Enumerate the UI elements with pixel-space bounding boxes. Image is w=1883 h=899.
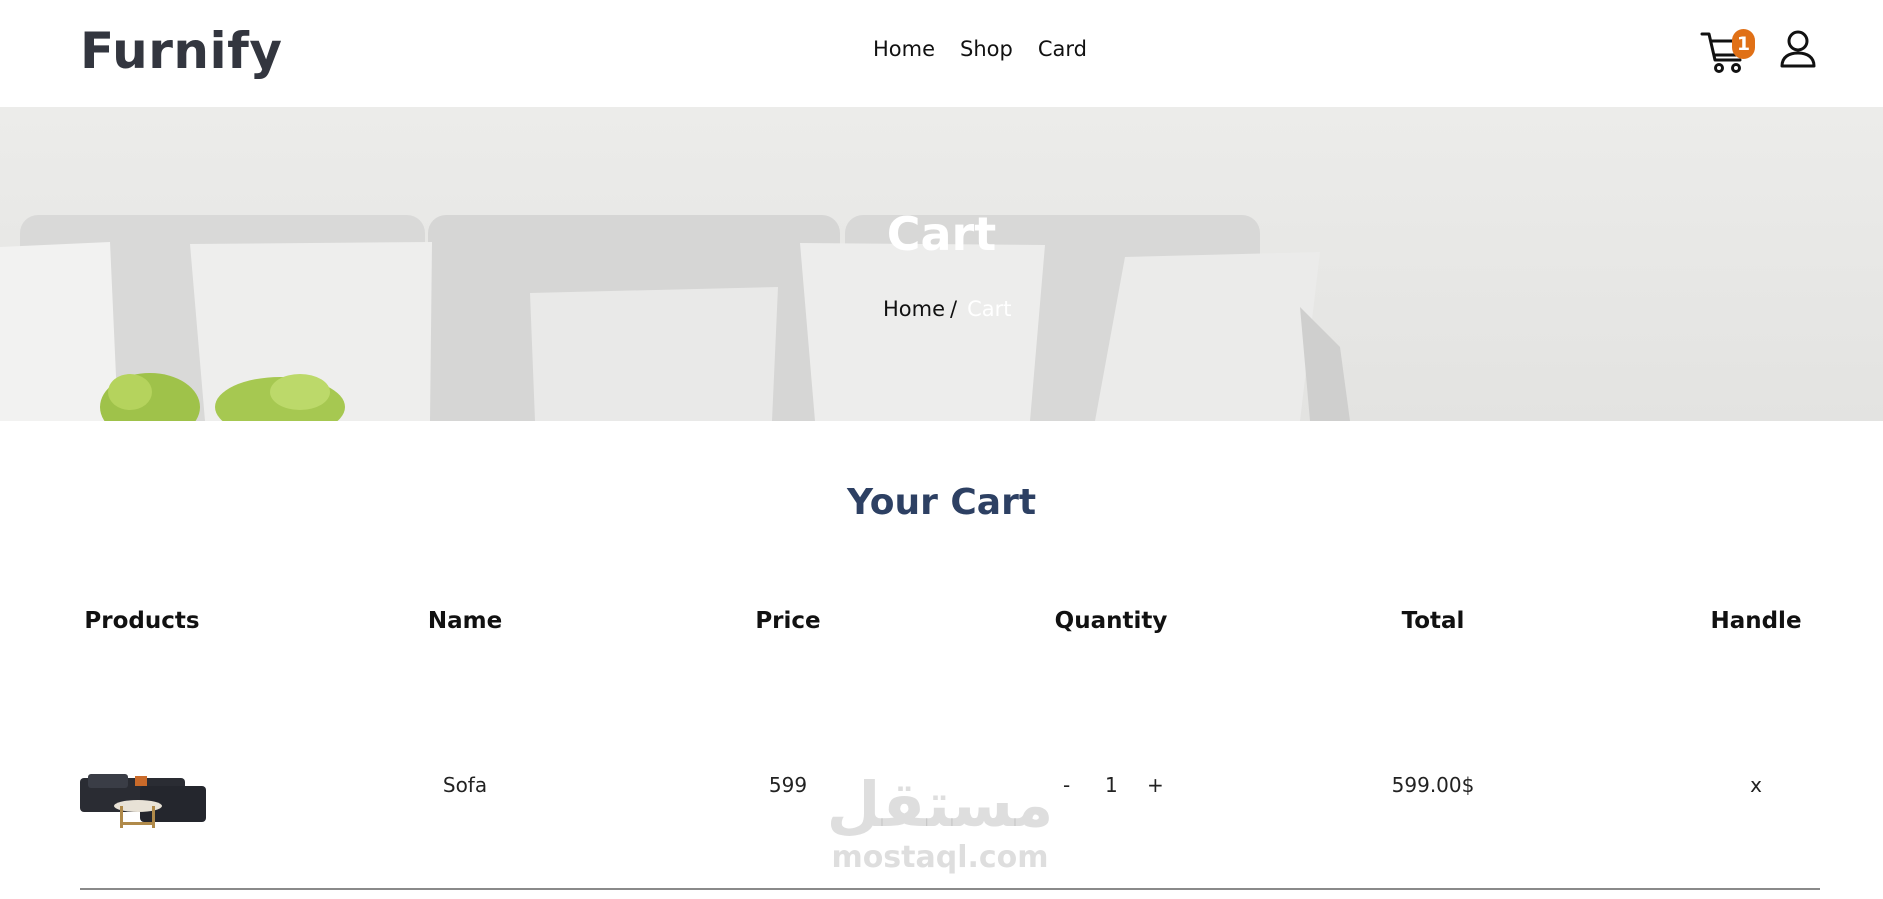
column-header-products: Products	[84, 608, 200, 634]
quantity-decrease-button[interactable]: -	[1063, 773, 1070, 797]
column-header-handle: Handle	[1710, 608, 1802, 634]
column-header-name: Name	[427, 608, 503, 634]
product-name: Sofa	[442, 773, 488, 797]
product-image[interactable]	[80, 772, 206, 830]
page-title: Cart	[886, 207, 997, 261]
watermark: مستقل mostaql.com	[820, 770, 1060, 876]
quantity-stepper: - 1 +	[1047, 773, 1177, 799]
row-divider	[80, 888, 1820, 890]
site-logo[interactable]: Furnify	[80, 22, 283, 80]
breadcrumb-current: Cart	[967, 297, 1012, 321]
column-header-total: Total	[1401, 608, 1465, 634]
product-total: 599.00$	[1391, 773, 1475, 797]
watermark-latin-text: mostaql.com	[831, 840, 1049, 875]
header-actions: 1	[1700, 26, 1850, 76]
nav-shop[interactable]: Shop	[960, 37, 1013, 61]
sofa-background-image	[0, 107, 1883, 421]
hero-banner: Cart Home / Cart	[0, 107, 1883, 421]
site-header: Furnify Home Shop Card 1	[0, 0, 1883, 107]
breadcrumb: Home / Cart	[883, 297, 1012, 321]
cart-count-badge: 1	[1732, 29, 1755, 59]
nav-home[interactable]: Home	[873, 37, 935, 61]
quantity-value: 1	[1105, 773, 1118, 797]
remove-item-button[interactable]: x	[1656, 773, 1856, 797]
main-nav: Home Shop Card	[873, 37, 1087, 61]
nav-card[interactable]: Card	[1038, 37, 1087, 61]
column-header-price: Price	[755, 608, 821, 634]
quantity-increase-button[interactable]: +	[1147, 773, 1164, 797]
column-header-quantity: Quantity	[1054, 608, 1168, 634]
breadcrumb-separator: /	[950, 297, 958, 321]
watermark-arabic-text: مستقل	[826, 768, 1054, 841]
user-icon[interactable]	[1779, 29, 1817, 69]
breadcrumb-home[interactable]: Home	[883, 297, 945, 321]
cart-heading: Your Cart	[846, 482, 1037, 523]
